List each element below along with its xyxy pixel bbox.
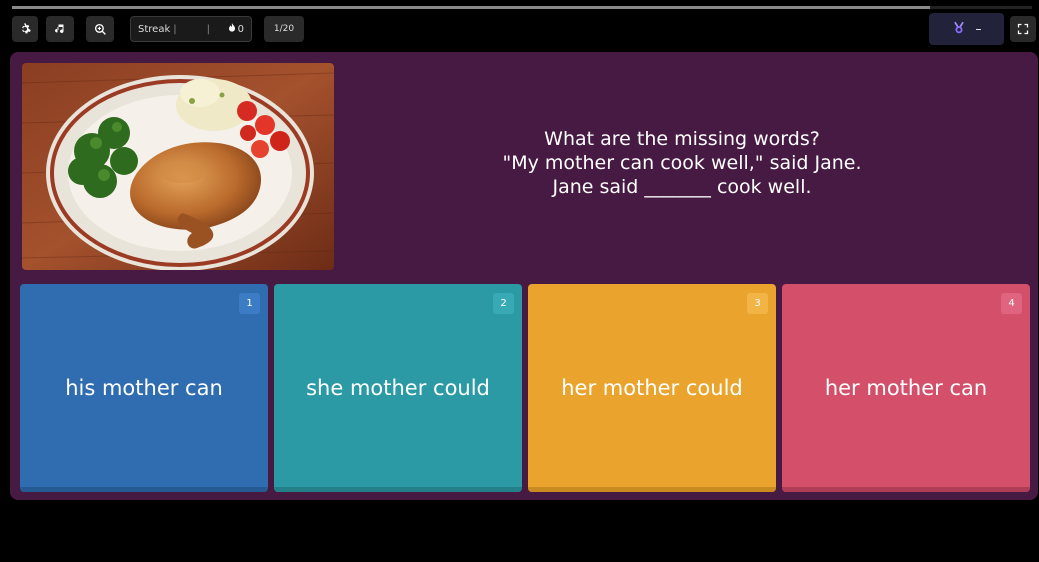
option-shadow	[782, 487, 1030, 492]
option-number: 4	[1001, 293, 1022, 314]
powerup-value: –	[975, 22, 982, 36]
option-shadow	[274, 487, 522, 492]
top-toolbar: Streak | | 0 1/20 –	[0, 13, 1039, 45]
powerup-button[interactable]: –	[929, 13, 1004, 45]
gear-icon	[19, 23, 31, 35]
answer-option-1[interactable]: 1 his mother can	[20, 284, 268, 492]
streak-separator: |	[173, 23, 177, 35]
option-shadow	[20, 487, 268, 492]
streak-count-value: 0	[237, 23, 244, 35]
question-text: What are the missing words? "My mother c…	[362, 127, 1002, 199]
option-text: her mother can	[824, 376, 988, 400]
question-panel: What are the missing words? "My mother c…	[10, 52, 1038, 500]
question-line-2: "My mother can cook well," said Jane.	[502, 152, 862, 174]
progress-fill	[12, 6, 930, 9]
question-image	[22, 63, 334, 270]
option-number: 3	[747, 293, 768, 314]
streak-label: Streak	[138, 23, 171, 35]
music-note-icon	[54, 23, 66, 35]
fullscreen-button[interactable]	[1010, 16, 1036, 42]
answer-option-3[interactable]: 3 her mother could	[528, 284, 776, 492]
progress-bar	[12, 6, 1032, 9]
streak-meter: Streak | | 0	[130, 16, 252, 42]
food-plate-image	[22, 63, 334, 270]
medal-icon	[952, 21, 966, 38]
music-button[interactable]	[46, 16, 74, 42]
streak-count: 0	[228, 23, 244, 35]
option-text: she mother could	[306, 376, 490, 400]
answer-option-4[interactable]: 4 her mother can	[782, 284, 1030, 492]
question-line-3: Jane said _______ cook well.	[552, 176, 812, 198]
flame-icon	[228, 23, 236, 35]
option-text: his mother can	[65, 376, 223, 400]
option-number: 2	[493, 293, 514, 314]
streak-separator-2: |	[206, 23, 210, 35]
zoom-button[interactable]	[86, 16, 114, 42]
fullscreen-icon	[1017, 20, 1029, 39]
option-number: 1	[239, 293, 260, 314]
answer-option-2[interactable]: 2 she mother could	[274, 284, 522, 492]
question-line-1: What are the missing words?	[544, 128, 820, 150]
zoom-in-icon	[94, 23, 107, 36]
option-shadow	[528, 487, 776, 492]
settings-button[interactable]	[12, 16, 38, 42]
option-text: her mother could	[561, 376, 743, 400]
question-counter: 1/20	[264, 16, 304, 42]
